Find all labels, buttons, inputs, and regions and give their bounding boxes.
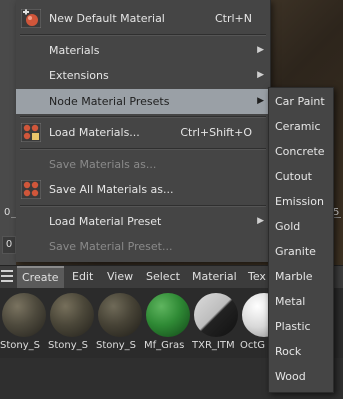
menu-item-shortcut: Ctrl+Shift+O (180, 126, 252, 139)
submenu-item-marble[interactable]: Marble (269, 264, 333, 289)
material-preview-sphere (2, 293, 46, 337)
menu-item-extensions[interactable]: Extensions ▶ (16, 63, 270, 88)
hamburger-menu-icon[interactable] (1, 270, 13, 282)
tab-view[interactable]: View (107, 266, 133, 288)
submenu-arrow-icon: ▶ (257, 216, 264, 226)
submenu-arrow-icon: ▶ (257, 70, 264, 80)
submenu-arrow-icon: ▶ (257, 45, 264, 55)
tab-create[interactable]: Create (17, 266, 64, 288)
menu-item-save-material-preset[interactable]: Save Material Preset... (16, 234, 270, 259)
node-material-presets-submenu: Car Paint Ceramic Concrete Cutout Emissi… (268, 87, 334, 393)
left-panel-strip (0, 0, 16, 265)
tab-material[interactable]: Material (192, 266, 237, 288)
menu-item-label: Save Material Preset... (49, 240, 173, 253)
material-name: Stony_S (96, 340, 136, 351)
coord-field[interactable]: 0 (2, 236, 16, 254)
menu-item-new-default-material[interactable]: New Default Material Ctrl+N (16, 6, 270, 31)
material-thumbnail[interactable]: Mf_Gras (144, 291, 192, 355)
submenu-item-wood[interactable]: Wood (269, 364, 333, 389)
submenu-item-rock[interactable]: Rock (269, 339, 333, 364)
tab-texture[interactable]: Tex (248, 266, 266, 288)
menu-separator (20, 116, 266, 118)
submenu-item-gold[interactable]: Gold (269, 214, 333, 239)
material-name: Stony_S (0, 340, 40, 351)
menu-item-load-materials[interactable]: Load Materials... Ctrl+Shift+O (16, 120, 270, 145)
create-menu-dropdown: New Default Material Ctrl+N Materials ▶ … (16, 0, 271, 262)
material-name: Mf_Gras (144, 340, 185, 351)
material-name: Stony_S (48, 340, 88, 351)
tab-edit[interactable]: Edit (72, 266, 93, 288)
submenu-item-car-paint[interactable]: Car Paint (269, 89, 333, 114)
material-thumbnail[interactable]: Stony_S (0, 291, 48, 355)
submenu-item-metal[interactable]: Metal (269, 289, 333, 314)
submenu-item-plastic[interactable]: Plastic (269, 314, 333, 339)
submenu-item-granite[interactable]: Granite (269, 239, 333, 264)
submenu-item-concrete[interactable]: Concrete (269, 139, 333, 164)
material-thumbnail[interactable]: TXR_ITM (192, 291, 240, 355)
material-thumbnail[interactable]: Stony_S (96, 291, 144, 355)
material-manager-window: 0 0 5 New Default Material Ctrl+N Materi… (0, 0, 343, 399)
menu-item-label: Node Material Presets (49, 95, 170, 108)
material-preview-sphere (146, 293, 190, 337)
menu-item-materials[interactable]: Materials ▶ (16, 38, 270, 63)
menu-item-node-material-presets[interactable]: Node Material Presets ▶ (16, 89, 270, 114)
material-preview-sphere (194, 293, 238, 337)
material-preview-sphere (98, 293, 142, 337)
menu-item-load-material-preset[interactable]: Load Material Preset ▶ (16, 209, 270, 234)
menu-item-label: Materials (49, 44, 100, 57)
tab-select[interactable]: Select (146, 266, 180, 288)
new-material-icon (20, 8, 42, 29)
material-name: TXR_ITM (192, 340, 235, 351)
submenu-item-cutout[interactable]: Cutout (269, 164, 333, 189)
load-materials-icon (20, 122, 42, 143)
menu-item-label: Save All Materials as... (49, 183, 174, 196)
menu-item-label: Load Materials... (49, 126, 140, 139)
menu-item-label: Load Material Preset (49, 215, 162, 228)
menu-item-shortcut: Ctrl+N (214, 12, 252, 25)
menu-separator (20, 148, 266, 150)
save-all-materials-icon (20, 179, 42, 200)
menu-item-label: New Default Material (49, 12, 165, 25)
menu-item-label: Save Materials as... (49, 158, 157, 171)
submenu-item-ceramic[interactable]: Ceramic (269, 114, 333, 139)
menu-separator (20, 205, 266, 207)
submenu-item-emission[interactable]: Emission (269, 189, 333, 214)
menu-item-save-all-materials-as[interactable]: Save All Materials as... (16, 177, 270, 202)
menu-separator (20, 34, 266, 36)
material-thumbnail[interactable]: Stony_S (48, 291, 96, 355)
coord-label-left: 0 (4, 207, 11, 218)
material-preview-sphere (50, 293, 94, 337)
submenu-arrow-icon: ▶ (257, 96, 264, 106)
menu-item-label: Extensions (49, 69, 109, 82)
menu-item-save-materials-as[interactable]: Save Materials as... (16, 152, 270, 177)
